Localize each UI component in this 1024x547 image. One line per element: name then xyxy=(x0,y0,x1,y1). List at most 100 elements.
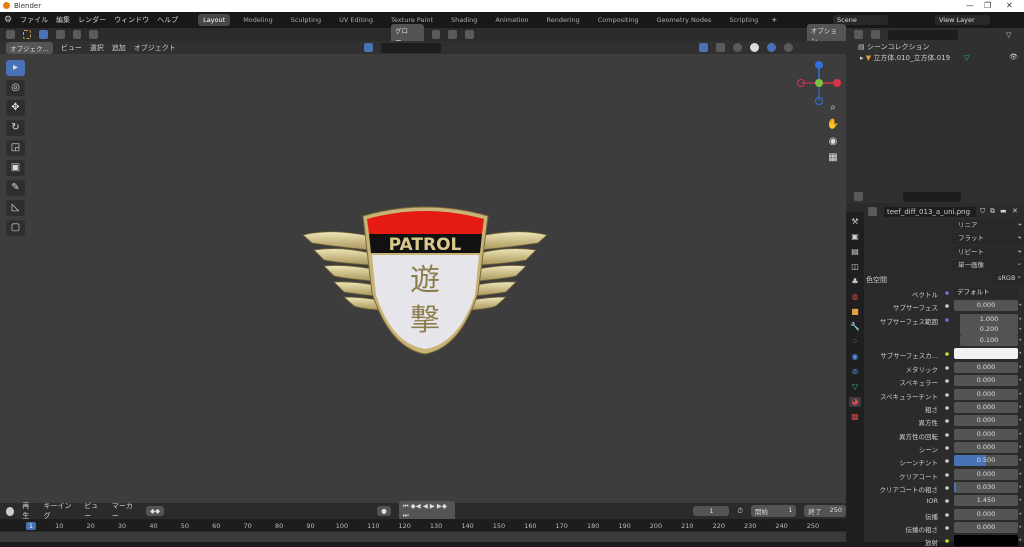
visibility-eye-icon[interactable]: 👁 xyxy=(1009,53,1018,61)
add-workspace-button[interactable]: + xyxy=(771,16,777,24)
socket-dot[interactable] xyxy=(945,291,949,295)
socket-dot[interactable] xyxy=(945,539,949,543)
menu-object[interactable]: オブジェクト xyxy=(134,43,176,53)
end-frame-field[interactable]: 終了 250 xyxy=(804,505,847,517)
unlink-image-icon[interactable]: ✕ xyxy=(1012,207,1018,215)
keyframe-dot[interactable]: • xyxy=(1018,391,1022,398)
select-mode-subtract-icon[interactable] xyxy=(72,30,82,39)
playhead[interactable]: 1 xyxy=(25,522,37,530)
tab-modeling[interactable]: Modeling xyxy=(238,14,278,26)
patrol-badge-model[interactable]: PATROL 遊 撃 xyxy=(300,198,550,358)
shading-wireframe-icon[interactable] xyxy=(732,43,742,52)
measure-tool-icon[interactable]: ◺ xyxy=(6,200,25,216)
physics-tab-icon[interactable]: ◉ xyxy=(849,352,861,362)
property-value-field[interactable]: 0.000 xyxy=(954,509,1018,520)
property-value-field[interactable]: 0.100 xyxy=(960,335,1018,346)
image-selector[interactable]: teef_diff_013_a_uni.png ⛉ ⧉ ▬ ✕ xyxy=(868,207,1022,218)
keyframe-dot[interactable]: • xyxy=(1018,316,1022,323)
tab-rendering[interactable]: Rendering xyxy=(542,14,585,26)
editor-type-icon[interactable] xyxy=(6,30,15,39)
keyframe-dot[interactable]: • xyxy=(1018,302,1022,309)
navigation-gizmo[interactable] xyxy=(796,60,842,106)
editor-type-icon[interactable] xyxy=(6,506,15,516)
keyframe-dot[interactable]: • xyxy=(1018,404,1022,411)
socket-dot[interactable] xyxy=(945,526,949,530)
tab-shading[interactable]: Shading xyxy=(446,14,482,26)
outliner-search-input[interactable] xyxy=(888,29,958,40)
menu-playback[interactable]: 再生 xyxy=(22,501,35,521)
socket-dot[interactable] xyxy=(945,419,949,423)
keyframe-dot[interactable]: • xyxy=(1018,326,1022,333)
property-value-field[interactable]: 0.000 xyxy=(954,402,1018,413)
keyframe-nav-buttons[interactable]: ◆◆ xyxy=(146,506,165,516)
transform-tool-icon[interactable]: ▣ xyxy=(6,160,25,176)
property-value-field[interactable]: 0.000 xyxy=(954,415,1018,426)
property-value-field[interactable] xyxy=(954,348,1018,359)
new-image-icon[interactable]: ⧉ xyxy=(990,207,995,216)
keyframe-dot[interactable]: • xyxy=(1018,350,1022,357)
menu-view[interactable]: ビュー xyxy=(84,501,104,521)
minimize-button[interactable]: — xyxy=(966,1,974,10)
shading-rendered-icon[interactable] xyxy=(783,43,793,52)
shading-material-icon[interactable] xyxy=(766,43,776,52)
blender-menu-icon[interactable]: ⚙ xyxy=(4,15,12,25)
property-value-field[interactable]: 0.000 xyxy=(954,389,1018,400)
add-cube-tool-icon[interactable]: ▢ xyxy=(6,220,25,236)
gizmo-toggle-icon[interactable] xyxy=(698,43,708,52)
property-value-field[interactable] xyxy=(954,535,1018,546)
select-tool-icon[interactable] xyxy=(22,30,32,39)
open-image-icon[interactable]: ▬ xyxy=(1000,207,1007,215)
mode-dropdown[interactable]: オブジェク... xyxy=(6,41,53,54)
properties-editor-icon[interactable] xyxy=(854,192,863,201)
extension-dropdown[interactable]: リピート xyxy=(952,245,1024,258)
keyframe-dot[interactable]: • xyxy=(1018,337,1022,344)
modifier-tab-icon[interactable]: 🔧 xyxy=(849,322,861,332)
select-mode-extend-icon[interactable] xyxy=(56,30,65,39)
menu-help[interactable]: ヘルプ xyxy=(157,15,178,25)
tab-scripting[interactable]: Scripting xyxy=(724,14,763,26)
overlay-icon[interactable] xyxy=(715,43,725,52)
menu-render[interactable]: レンダー xyxy=(78,15,106,25)
socket-dot[interactable] xyxy=(945,304,949,308)
shading-solid-icon[interactable] xyxy=(749,43,759,52)
viewport-search-input[interactable] xyxy=(380,42,441,53)
keyframe-dot[interactable]: • xyxy=(1018,457,1022,464)
current-frame-field[interactable]: 1 xyxy=(693,506,730,516)
playback-controls[interactable]: ⏮ ◆◀ ◀ ▶ ▶◆ ⏭ xyxy=(398,501,456,521)
view-layer-field[interactable]: View Layer xyxy=(935,15,990,25)
keyframe-dot[interactable]: • xyxy=(1018,249,1022,256)
scene-collection-row[interactable]: ▤ シーンコレクション xyxy=(858,42,930,52)
world-tab-icon[interactable]: ◍ xyxy=(849,292,861,302)
rotate-tool-icon[interactable]: ↻ xyxy=(6,120,25,136)
filter-view-icon[interactable] xyxy=(871,30,880,39)
property-value-field[interactable]: 0.000 xyxy=(954,362,1018,373)
tab-sculpting[interactable]: Sculpting xyxy=(286,14,326,26)
zoom-view-icon[interactable]: ⌕ xyxy=(826,102,840,116)
keyframe-dot[interactable]: • xyxy=(1018,377,1022,384)
menu-file[interactable]: ファイル xyxy=(20,15,48,25)
keyframe-dot[interactable]: • xyxy=(1018,524,1022,531)
source-dropdown[interactable]: 単一画像 xyxy=(952,258,1024,271)
tab-layout[interactable]: Layout xyxy=(198,14,231,26)
tab-animation[interactable]: Animation xyxy=(490,14,533,26)
socket-dot[interactable] xyxy=(945,499,949,503)
properties-search-input[interactable] xyxy=(903,191,961,202)
property-value-field[interactable]: 0.000 xyxy=(954,300,1018,311)
stopwatch-icon[interactable]: ⏱ xyxy=(737,507,742,516)
material-tab-icon[interactable]: ◕ xyxy=(849,397,861,407)
annotate-tool-icon[interactable]: ✎ xyxy=(6,180,25,196)
snap-icon[interactable] xyxy=(448,30,458,39)
view-layer-tab-icon[interactable]: ◫ xyxy=(849,262,861,272)
select-box-tool-icon[interactable]: ▸ xyxy=(6,60,25,76)
tab-compositing[interactable]: Compositing xyxy=(593,14,644,26)
texture-tab-icon[interactable]: ▩ xyxy=(849,412,861,422)
keyframe-dot[interactable]: • xyxy=(1018,431,1022,438)
keyframe-dot[interactable]: • xyxy=(1018,364,1022,371)
property-value-field[interactable]: 0.030 xyxy=(954,482,1018,493)
property-value-field[interactable]: 1.450 xyxy=(954,495,1018,506)
keyframe-dot[interactable]: • xyxy=(1018,471,1022,478)
timeline-track-area[interactable] xyxy=(0,532,846,542)
start-frame-field[interactable]: 開始 1 xyxy=(750,505,797,517)
tool-tab-icon[interactable]: ⚒ xyxy=(849,217,861,227)
menu-add[interactable]: 追加 xyxy=(112,43,126,53)
